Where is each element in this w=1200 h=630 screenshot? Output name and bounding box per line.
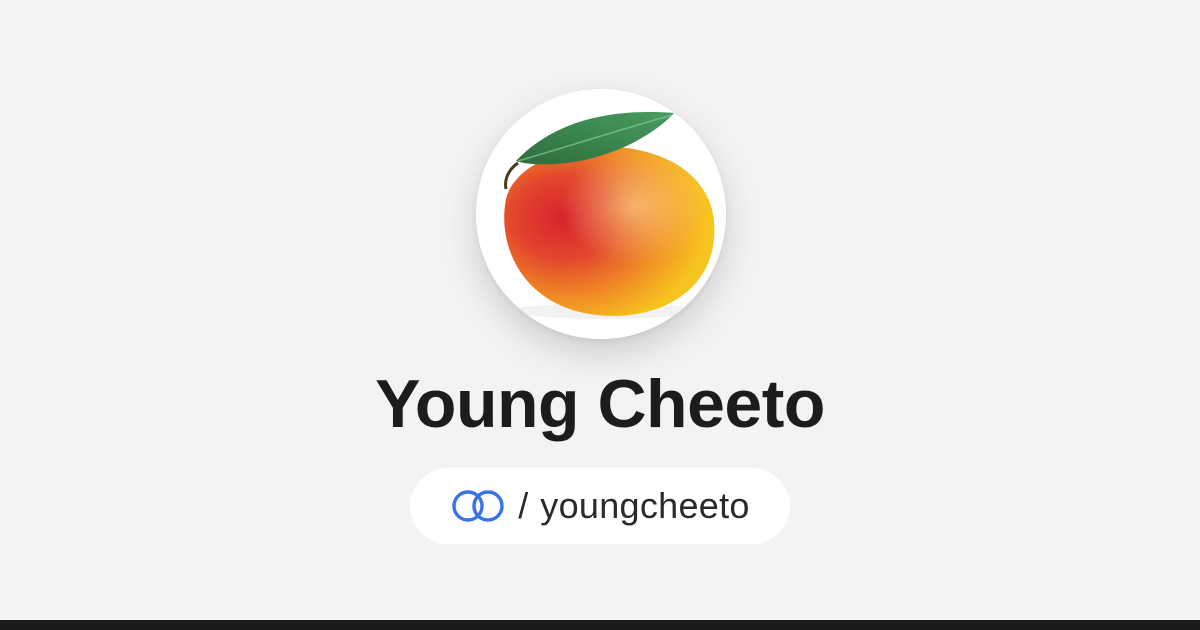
linked-rings-icon [450,488,506,524]
handle-separator: / [518,485,529,526]
display-name: Young Cheeto [375,366,825,442]
mango-image [476,89,726,339]
handle-username: youngcheeto [540,485,750,526]
handle-pill[interactable]: / youngcheeto [410,468,790,544]
profile-avatar[interactable] [476,89,726,339]
profile-card: Young Cheeto / youngcheeto [0,0,1200,620]
bottom-bar [0,620,1200,630]
